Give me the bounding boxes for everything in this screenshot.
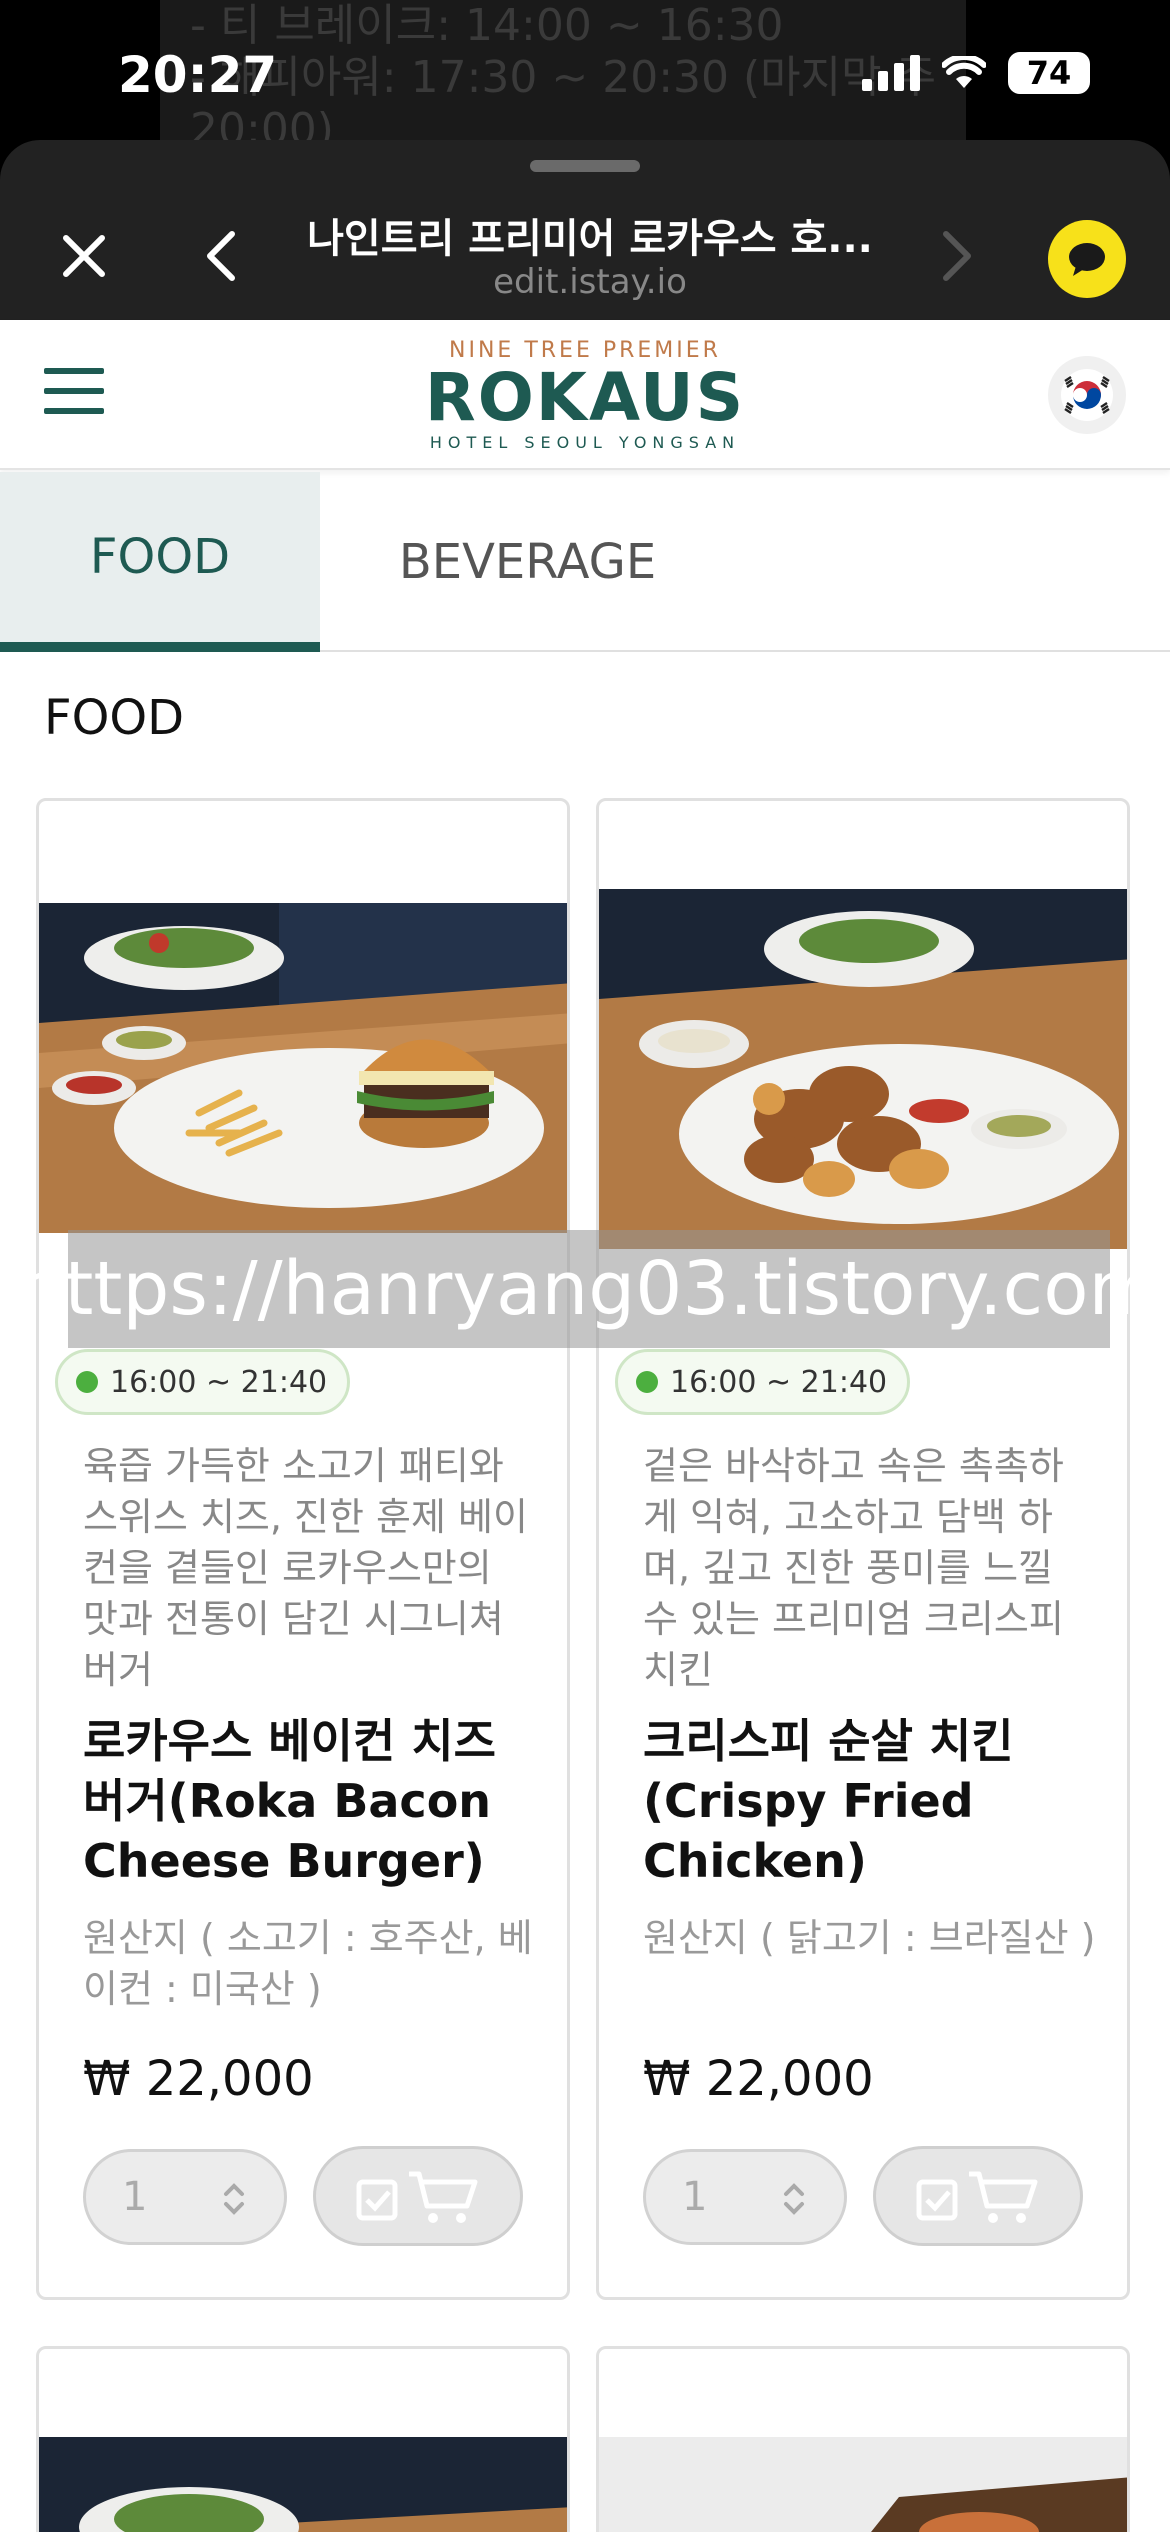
logo-main: ROKAUS xyxy=(424,359,746,436)
tab-beverage[interactable]: BEVERAGE xyxy=(370,472,685,652)
kakaotalk-button[interactable] xyxy=(1048,220,1126,298)
menu-card xyxy=(596,2346,1130,2532)
menu-icon[interactable] xyxy=(44,368,104,418)
wifi-icon xyxy=(942,56,986,88)
site-header: NINE TREE PREMIER ROKAUS HOTEL SEOUL YON… xyxy=(0,320,1170,470)
language-button[interactable] xyxy=(1048,356,1126,434)
menu-card: 16:00 ~ 21:40 육즙 가득한 소고기 패티와 스위스 치즈, 진한 … xyxy=(36,798,570,2300)
item-description: 겉은 바삭하고 속은 촉촉하게 익혀, 고소하고 담백 하며, 깊고 진한 풍미… xyxy=(643,1444,1064,1692)
status-area: - 티 브레이크: 14:00 ~ 16:30 - 해피아워: 17:30 ~ … xyxy=(0,0,1170,320)
status-icons: 74 xyxy=(862,52,1090,94)
quantity-stepper[interactable]: 1 xyxy=(83,2149,287,2245)
cellular-signal-icon xyxy=(862,55,920,91)
tab-food[interactable]: FOOD xyxy=(0,472,320,652)
sheet-page-title: 나인트리 프리미어 로카우스 호... xyxy=(307,216,873,262)
sheet-grabber[interactable] xyxy=(530,160,640,172)
item-price: ₩ 22,000 xyxy=(83,2051,314,2107)
close-icon[interactable] xyxy=(50,222,118,290)
item-name: 크리스피 순살 치킨(Crispy Fried Chicken) xyxy=(643,1714,1014,1888)
item-origin: 원산지 ( 소고기 : 호주산, 베이컨 : 미국산 ) xyxy=(83,1916,533,2011)
watermark: https://hanryang03.tistory.com xyxy=(17,1230,1161,1348)
cart-check-icon xyxy=(916,2171,1038,2223)
food-photo xyxy=(599,2437,1127,2532)
add-to-cart-button[interactable] xyxy=(873,2146,1083,2246)
background-line: - 티 브레이크: 14:00 ~ 16:30 xyxy=(190,0,784,51)
status-dot-icon xyxy=(76,1371,98,1393)
serving-hours-badge: 16:00 ~ 21:40 xyxy=(615,1349,911,1415)
sheet-page-url: edit.istay.io xyxy=(493,262,687,302)
korea-flag-icon xyxy=(1061,369,1113,421)
category-tabs: FOOD BEVERAGE xyxy=(0,472,1170,652)
item-price: ₩ 22,000 xyxy=(643,2051,874,2107)
browser-sheet-header: 나인트리 프리미어 로카우스 호... edit.istay.io xyxy=(0,140,1170,320)
chat-bubble-icon xyxy=(1069,243,1105,276)
up-down-chevron-icon xyxy=(784,2183,804,2215)
section-title: FOOD xyxy=(44,690,185,746)
quantity-value: 1 xyxy=(122,2174,148,2220)
item-description: 육즙 가득한 소고기 패티와 스위스 치즈, 진한 훈제 베이컨을 곁들인 로카… xyxy=(83,1444,528,1692)
item-name: 로카우스 베이컨 치즈 버거(Roka Bacon Cheese Burger) xyxy=(83,1714,496,1888)
menu-card xyxy=(36,2346,570,2532)
background-line: - 해피아워: 17:30 ~ 20:30 (마지막 주 xyxy=(190,52,937,103)
hotel-logo[interactable]: NINE TREE PREMIER ROKAUS HOTEL SEOUL YON… xyxy=(400,338,770,452)
up-down-chevron-icon xyxy=(224,2183,244,2215)
item-origin: 원산지 ( 닭고기 : 브라질산 ) xyxy=(643,1916,1096,1960)
status-dot-icon xyxy=(636,1371,658,1393)
serving-hours-badge: 16:00 ~ 21:40 xyxy=(55,1349,351,1415)
chicken-photo xyxy=(599,889,1127,1249)
background-page-text: - 티 브레이크: 14:00 ~ 16:30 - 해피아워: 17:30 ~ … xyxy=(160,0,966,140)
quantity-value: 1 xyxy=(682,2174,708,2220)
battery-icon: 74 xyxy=(1008,52,1090,94)
back-icon[interactable] xyxy=(190,222,258,290)
quantity-stepper[interactable]: 1 xyxy=(643,2149,847,2245)
serving-hours-text: 16:00 ~ 21:40 xyxy=(110,1364,328,1400)
burger-photo xyxy=(39,903,567,1233)
serving-hours-text: 16:00 ~ 21:40 xyxy=(670,1364,888,1400)
add-to-cart-button[interactable] xyxy=(313,2146,523,2246)
cart-check-icon xyxy=(356,2171,478,2223)
forward-icon[interactable] xyxy=(920,222,988,290)
menu-card: 16:00 ~ 21:40 겉은 바삭하고 속은 촉촉하게 익혀, 고소하고 담… xyxy=(596,798,1130,2300)
food-photo xyxy=(39,2437,567,2532)
background-line: 20:00) xyxy=(190,104,334,140)
logo-sub: HOTEL SEOUL YONGSAN xyxy=(429,433,741,452)
status-time: 20:27 xyxy=(118,46,278,104)
